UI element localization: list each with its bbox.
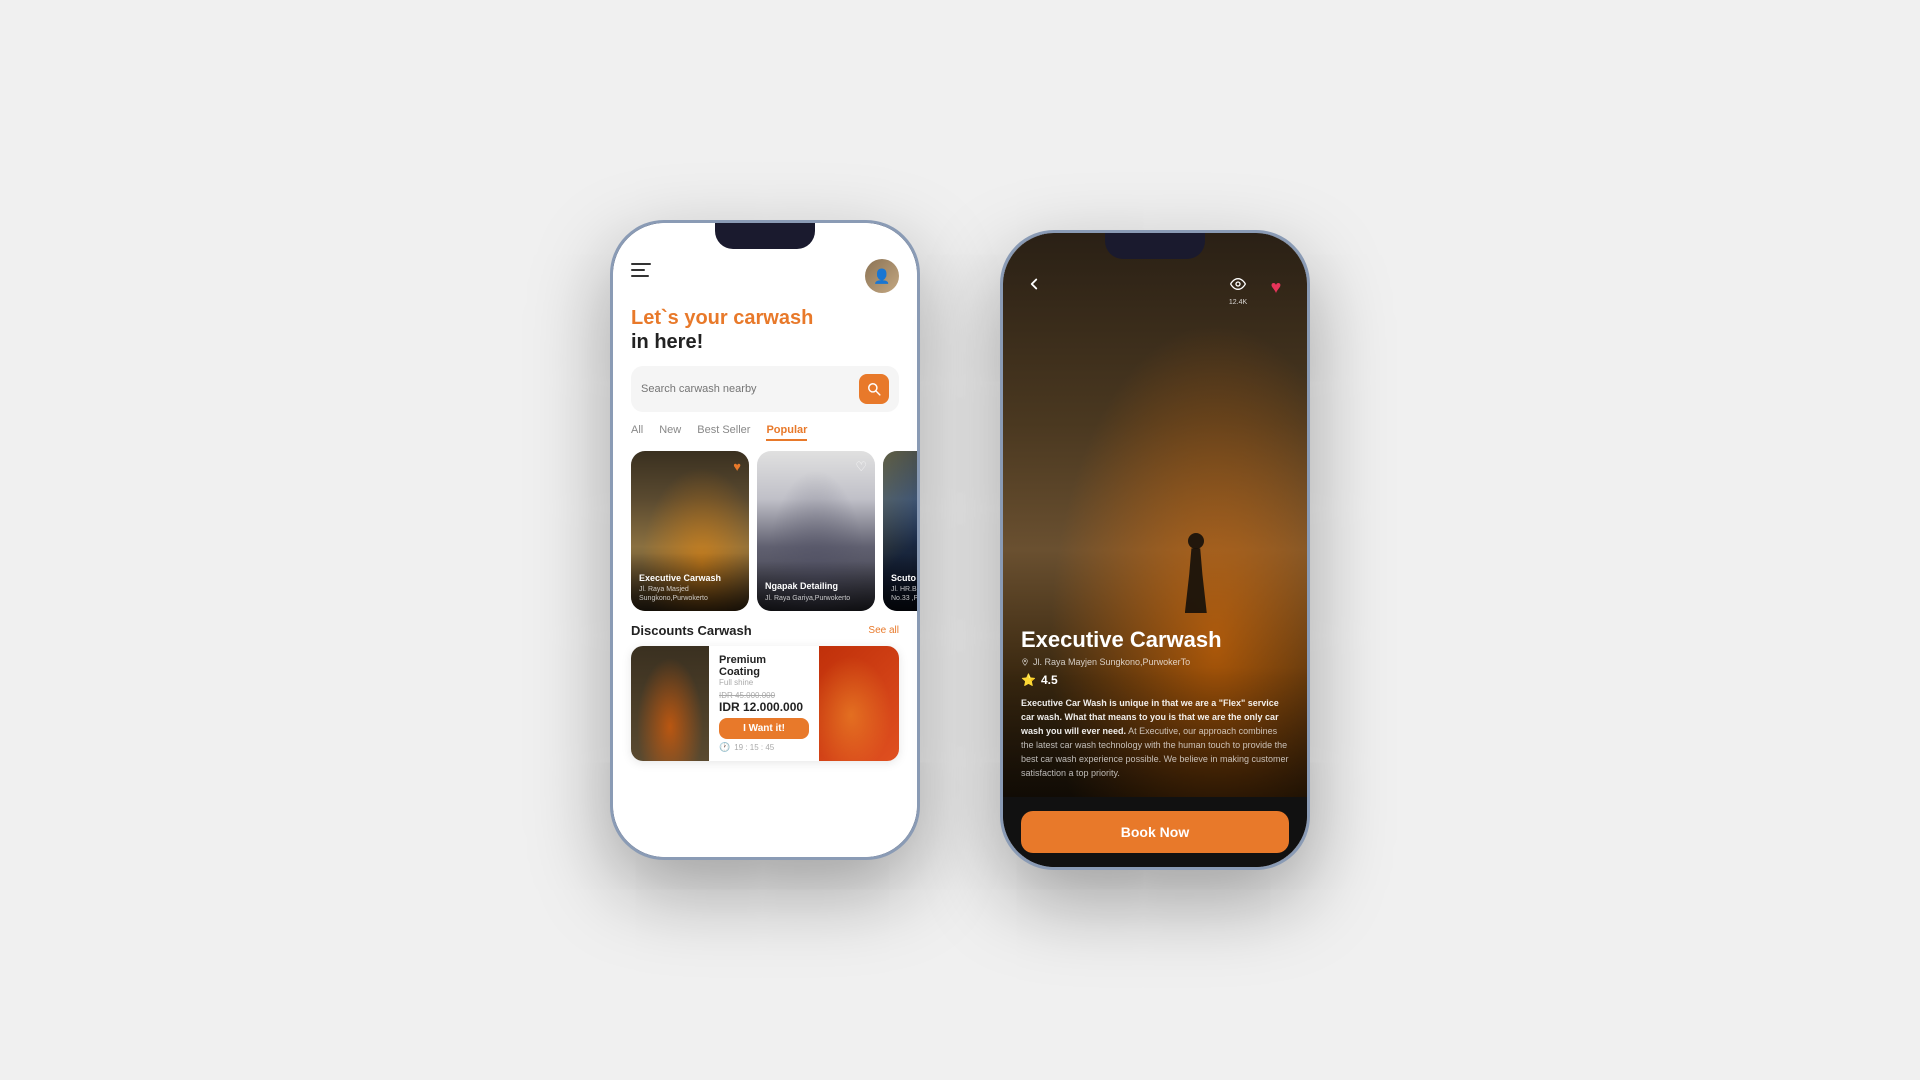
card-name-ngapak: Ngapak Detailing [765,581,867,593]
right-power[interactable] [1307,373,1310,423]
search-icon [867,382,881,396]
hero-text: Let`s your carwash in here! [613,301,917,366]
card-addr-executive: Jl. Raya Masjed Sungkono,Purwokerto [639,586,741,603]
tab-popular[interactable]: Popular [766,424,807,441]
notch-left [715,223,815,249]
card-overlay-ngapak: Ngapak Detailing Jl. Raya Gariya,Purwoke… [757,561,875,611]
cards-section: ♥ Executive Carwash Jl. Raya Masjed Sung… [613,451,917,619]
discount-info: Premium Coating Full shine IDR 45.000.00… [709,646,819,761]
right-phone: 12.4K ♥ Executive Carwash Jl. Raya Mayje… [1000,230,1310,870]
hero-line1: Let`s your carwash [631,305,899,331]
detail-content: Executive Carwash Jl. Raya Mayjen Sungko… [1003,611,1307,797]
eye-svg [1230,276,1246,292]
vol-down-button[interactable] [610,383,613,413]
new-price: IDR 12.000.000 [719,700,809,714]
vol-up-button[interactable] [610,343,613,373]
tab-best-seller[interactable]: Best Seller [697,424,750,441]
favorite-button[interactable]: ♥ [1261,273,1291,303]
detail-address: Jl. Raya Mayjen Sungkono,PurwokerTo [1021,657,1289,667]
card-addr-scuto: Jl. HR.Bunyamin No.33 ,Purwokerto [891,586,917,603]
rating-value: 4.5 [1041,673,1058,687]
discount-subtitle: Full shine [719,678,809,687]
tab-all[interactable]: All [631,424,643,441]
card-name-scuto: Scuto Detailing [891,573,917,585]
book-now-button[interactable]: Book Now [1021,811,1289,853]
filter-tabs: All New Best Seller Popular [613,424,917,451]
detail-rating: ⭐ 4.5 [1021,673,1289,687]
menu-icon[interactable] [631,263,651,277]
tab-new[interactable]: New [659,424,681,441]
discount-image [631,646,709,761]
search-button[interactable] [859,374,889,404]
star-icon: ⭐ [1021,673,1036,687]
detail-top-right: 12.4K ♥ [1223,269,1291,306]
card-addr-ngapak: Jl. Raya Gariya,Purwokerto [765,595,867,603]
card-overlay-executive: Executive Carwash Jl. Raya Masjed Sungko… [631,553,749,611]
notch-right [1105,233,1205,259]
hero-highlight: carwash [733,307,813,329]
card-ngapak[interactable]: ♡ Ngapak Detailing Jl. Raya Gariya,Purwo… [757,451,875,611]
discount-name: Premium Coating [719,654,809,678]
section-title: Discounts Carwash [631,623,752,638]
view-count-button[interactable]: 12.4K [1223,269,1253,306]
original-price: IDR 45.000.000 [719,691,809,700]
see-all-button[interactable]: See all [868,625,899,636]
back-button[interactable] [1019,269,1049,299]
detail-title: Executive Carwash [1021,627,1289,653]
view-count: 12.4K [1229,299,1247,306]
app-home-screen: 👤 Let`s your carwash in here! [613,223,917,857]
want-button[interactable]: I Want it! [719,718,809,739]
book-bar: Book Now [1003,797,1307,867]
right-screen: 12.4K ♥ Executive Carwash Jl. Raya Mayje… [1003,233,1307,867]
card-executive[interactable]: ♥ Executive Carwash Jl. Raya Masjed Sung… [631,451,749,611]
detail-screen: 12.4K ♥ Executive Carwash Jl. Raya Mayje… [1003,233,1307,867]
timer-text: 19 : 15 : 45 [734,743,774,752]
detail-description: Executive Car Wash is unique in that we … [1021,697,1289,781]
address-text: Jl. Raya Mayjen Sungkono,PurwokerTo [1033,657,1190,667]
clock-icon: 🕐 [719,742,730,753]
eye-icon [1223,269,1253,299]
location-icon [1021,658,1029,666]
card-name-executive: Executive Carwash [639,573,741,585]
left-phone: 👤 Let`s your carwash in here! [610,220,920,860]
search-bar [631,366,899,412]
scene: 👤 Let`s your carwash in here! [0,0,1920,1080]
discount-right-image [819,646,899,761]
avatar[interactable]: 👤 [865,259,899,293]
power-button[interactable] [917,363,920,413]
card-scuto[interactable]: Scuto Detailing Jl. HR.Bunyamin No.33 ,P… [883,451,917,611]
card-overlay-scuto: Scuto Detailing Jl. HR.Bunyamin No.33 ,P… [883,553,917,611]
hero-prefix: Let`s your [631,307,733,329]
countdown-timer: 🕐 19 : 15 : 45 [719,742,809,753]
card-heart-ngapak[interactable]: ♡ [855,459,867,475]
left-screen: 👤 Let`s your carwash in here! [613,223,917,857]
person-silhouette [1176,533,1216,613]
chevron-left-icon [1025,275,1043,293]
discount-card[interactable]: Premium Coating Full shine IDR 45.000.00… [631,646,899,761]
card-heart-executive[interactable]: ♥ [733,459,741,474]
search-input[interactable] [641,383,851,395]
section-header: Discounts Carwash See all [631,623,899,638]
discounts-section: Discounts Carwash See all Premium Coatin… [613,619,917,857]
hero-line2: in here! [631,331,899,354]
